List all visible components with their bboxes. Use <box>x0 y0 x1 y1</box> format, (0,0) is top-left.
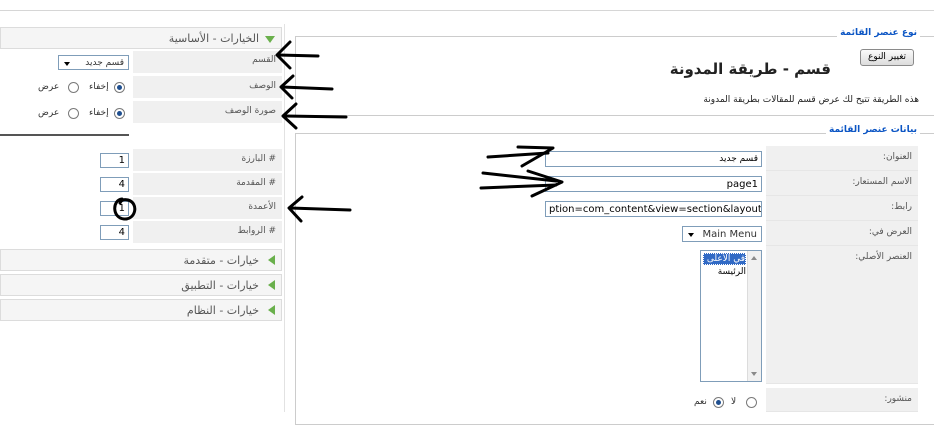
annotation-arrow <box>280 85 334 91</box>
annotation-circle <box>113 197 137 221</box>
annotation-arrow <box>288 206 352 212</box>
annotation-overlay <box>113 40 564 223</box>
annotation-arrow <box>283 114 348 119</box>
annotation-arrow <box>276 53 320 58</box>
